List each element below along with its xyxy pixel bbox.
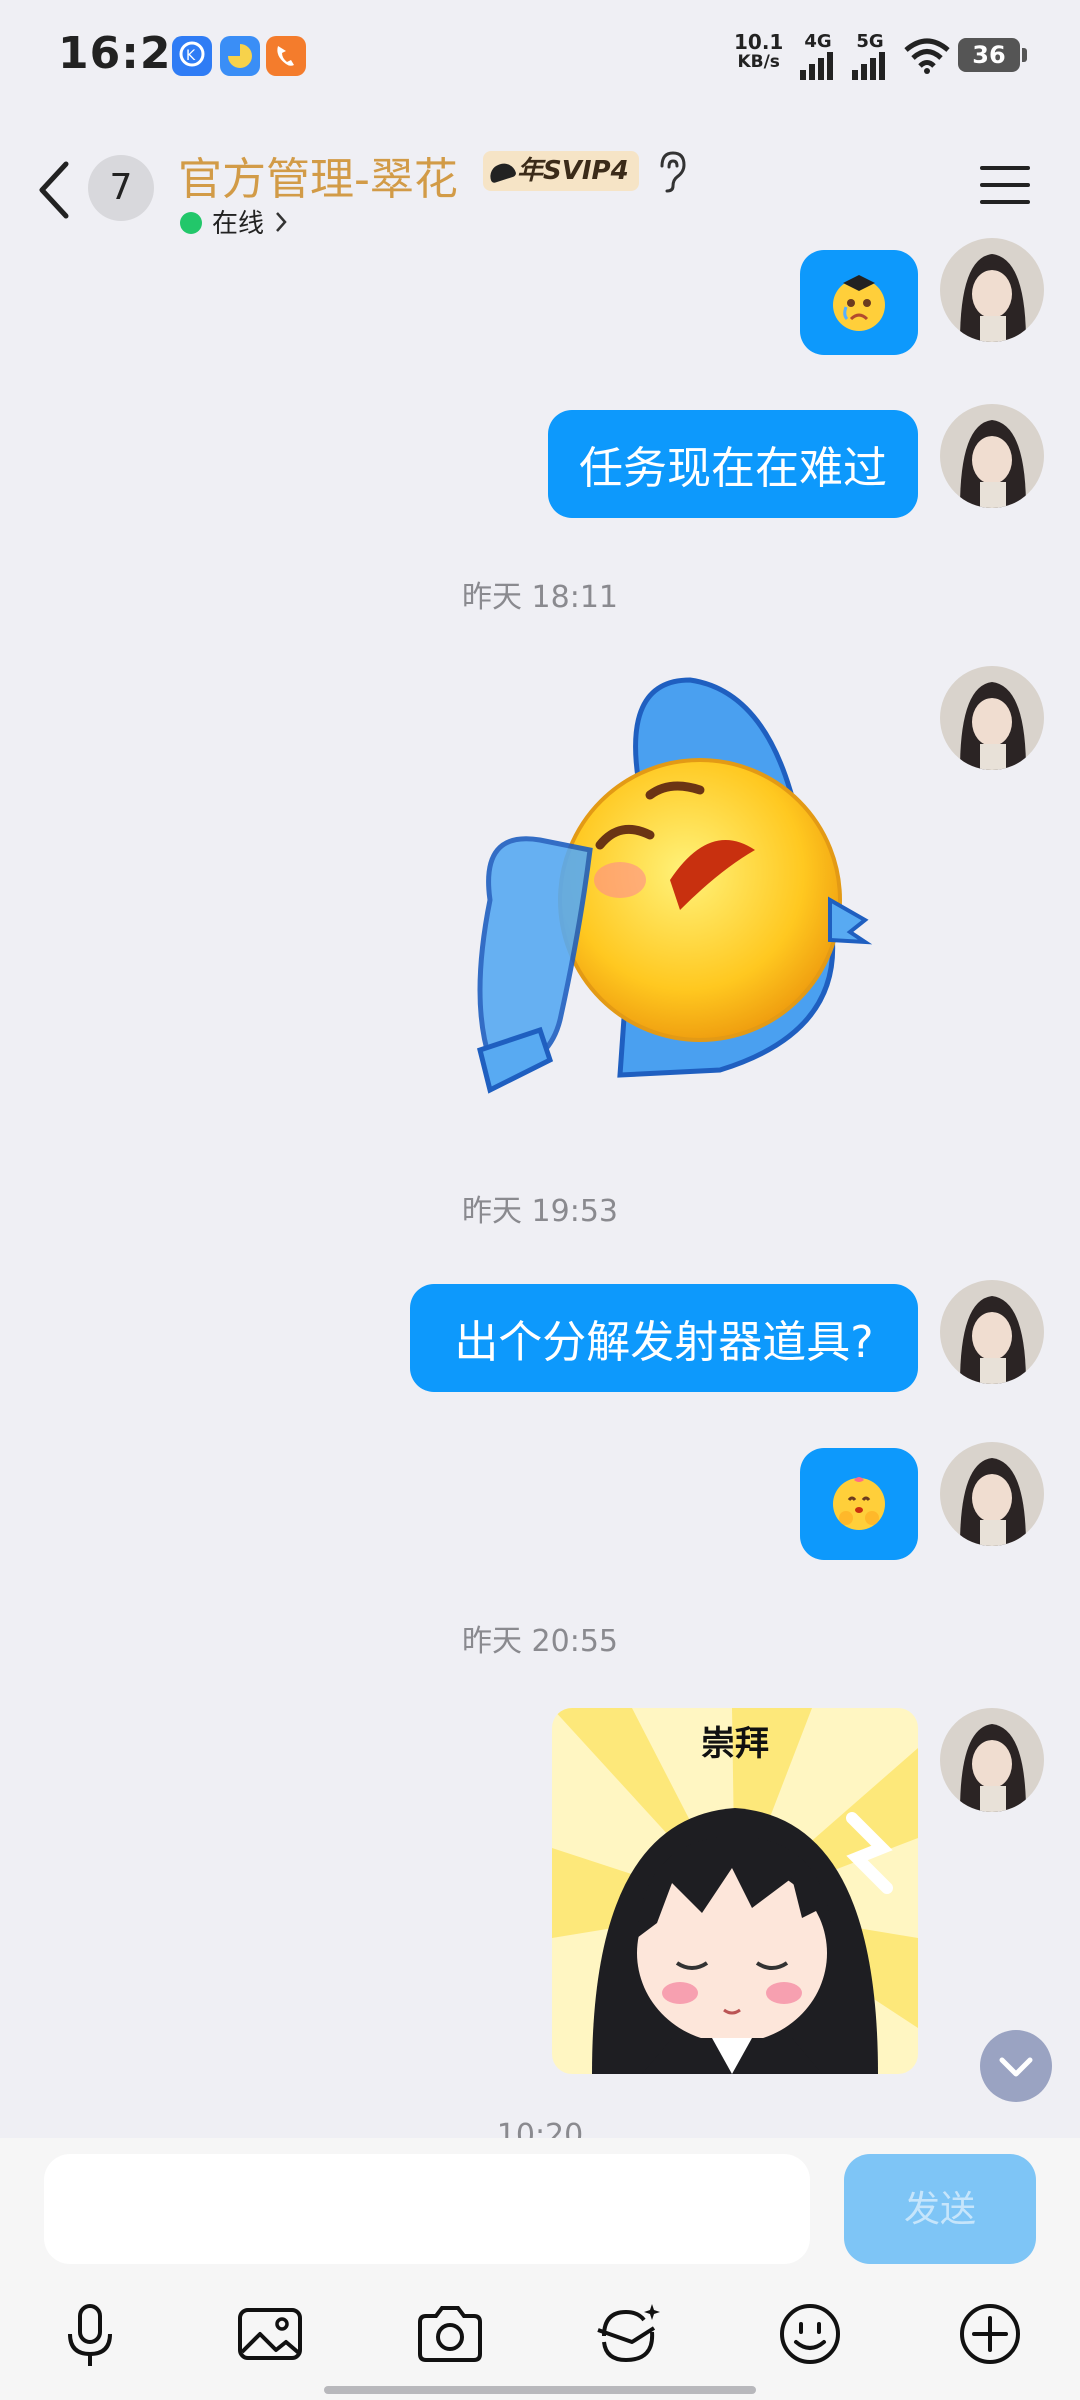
battery-indicator: 36 xyxy=(958,38,1027,72)
image-sticker-message[interactable]: 崇拜 xyxy=(552,1708,918,2074)
avatar[interactable] xyxy=(940,238,1044,342)
avatar[interactable] xyxy=(940,404,1044,508)
chat-title[interactable]: 官方管理-翠花 xyxy=(178,143,458,207)
svg-text:K: K xyxy=(186,48,196,64)
microphone-icon[interactable] xyxy=(54,2298,126,2370)
ear-icon[interactable] xyxy=(654,150,688,194)
avatar[interactable] xyxy=(940,1280,1044,1384)
app-phone-icon xyxy=(266,36,306,76)
app-k-icon: K xyxy=(172,36,212,76)
message-text: 任务现在在难过 xyxy=(579,443,887,494)
message-timestamp: 昨天 20:55 xyxy=(462,1624,618,1659)
plus-icon[interactable] xyxy=(954,2298,1026,2370)
emoji-message-bubble[interactable] xyxy=(800,250,918,355)
camera-icon[interactable] xyxy=(414,2298,486,2370)
menu-icon[interactable] xyxy=(980,164,1030,206)
chat-header xyxy=(0,130,1080,260)
hat-icon xyxy=(487,159,517,184)
signal-4g: 4G xyxy=(798,32,838,83)
message-text: 出个分解发射器道具? xyxy=(454,1317,874,1368)
app-pie-icon xyxy=(220,36,260,76)
hug-emoji-icon xyxy=(833,1477,885,1530)
avatar[interactable] xyxy=(940,1442,1044,1546)
avatar[interactable] xyxy=(940,1708,1044,1812)
sticker-caption: 崇拜 xyxy=(701,1724,769,1764)
crying-emoji-icon xyxy=(833,274,885,331)
sticker-face-icon[interactable] xyxy=(592,2298,664,2370)
home-indicator[interactable] xyxy=(324,2386,756,2394)
online-status-label[interactable]: 在线 xyxy=(212,203,264,240)
text-message-bubble[interactable]: 出个分解发射器道具? xyxy=(410,1284,918,1392)
signal-bars-icon xyxy=(852,52,885,80)
emoji-icon[interactable] xyxy=(774,2298,846,2370)
emoji-message-bubble[interactable] xyxy=(800,1448,918,1560)
wifi-icon xyxy=(904,38,950,74)
signal-5g: 5G xyxy=(850,32,890,83)
online-status-dot xyxy=(180,212,202,234)
svip-badge[interactable]: 年SVIP4 xyxy=(483,151,639,191)
signal-bars-icon xyxy=(800,52,833,80)
avatar[interactable] xyxy=(940,666,1044,770)
text-message-bubble[interactable]: 任务现在在难过 xyxy=(548,410,918,518)
facepalm-emoji-sticker xyxy=(477,677,873,1094)
send-button[interactable]: 发送 xyxy=(844,2154,1036,2264)
svip-label: 年SVIP4 xyxy=(517,156,629,186)
sticker-message[interactable] xyxy=(470,670,890,1130)
message-timestamp: 昨天 19:53 xyxy=(462,1194,618,1229)
status-bar: 16:21 K 10.1 KB/s 4G 5G 36 xyxy=(0,0,1080,110)
chevron-right-icon[interactable] xyxy=(274,210,288,234)
message-timestamp: 昨天 18:11 xyxy=(462,580,618,615)
scroll-to-bottom-button[interactable] xyxy=(980,2030,1052,2102)
chevron-down-icon xyxy=(999,2057,1033,2077)
back-arrow-icon[interactable] xyxy=(34,160,74,220)
unread-count-badge[interactable]: 7 xyxy=(88,155,154,221)
image-icon[interactable] xyxy=(234,2298,306,2370)
message-input[interactable] xyxy=(44,2154,810,2264)
net-speed: 10.1 KB/s xyxy=(734,30,784,72)
